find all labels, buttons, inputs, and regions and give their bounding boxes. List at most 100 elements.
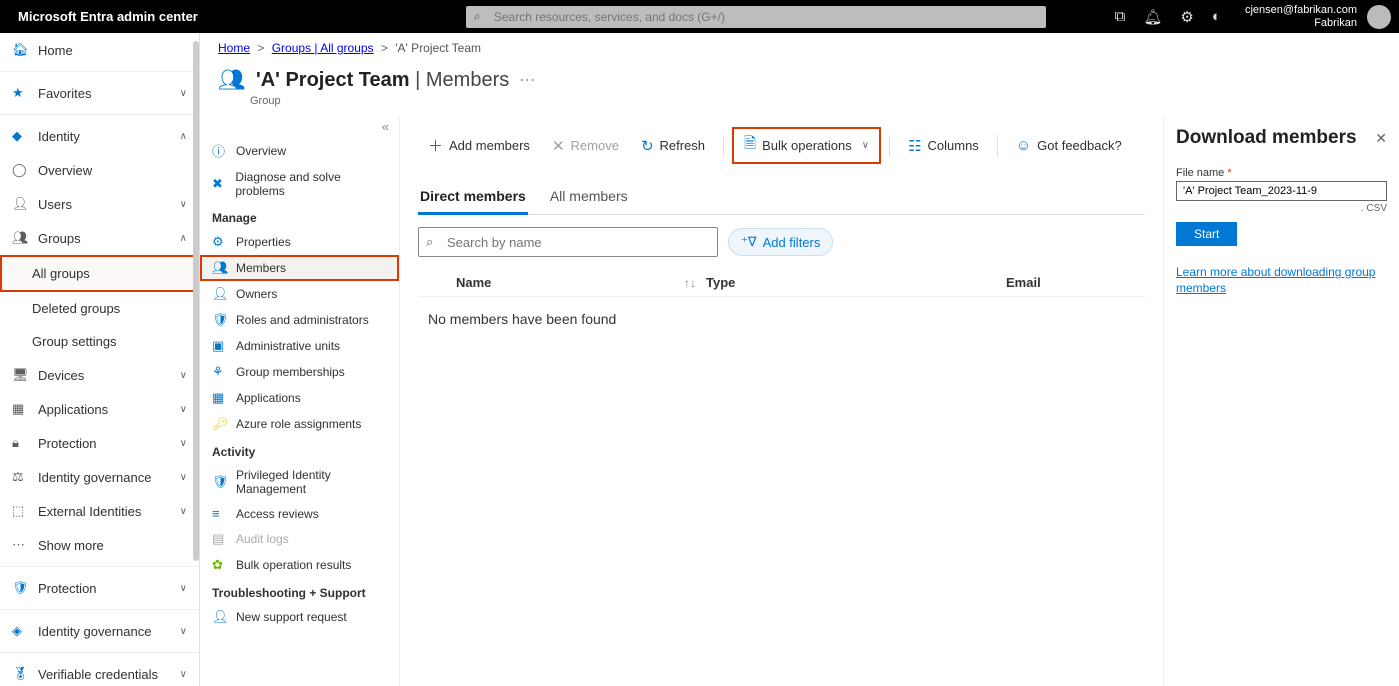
file-name-input[interactable] xyxy=(1176,181,1387,201)
collapse-subnav-button[interactable]: « xyxy=(200,117,399,136)
breadcrumb-groups[interactable]: Groups | All groups xyxy=(272,41,374,55)
subnav-manage-head: Manage xyxy=(200,203,399,229)
separator xyxy=(889,135,890,157)
refresh-button[interactable]: ↻Refresh xyxy=(631,131,715,161)
start-button[interactable]: Start xyxy=(1176,222,1237,246)
subnav-members[interactable]: 👥︎Members xyxy=(200,255,399,281)
subnav-group-memberships[interactable]: ⚘Group memberships xyxy=(200,359,399,385)
subnav-diagnose[interactable]: ✖Diagnose and solve problems xyxy=(200,165,399,203)
separator xyxy=(997,135,998,157)
subnav-access-reviews[interactable]: ≡Access reviews xyxy=(200,501,399,526)
more-menu-icon[interactable]: ⋯ xyxy=(519,70,535,90)
subnav-audit-logs[interactable]: ▤Audit logs xyxy=(200,526,399,552)
notifications-icon[interactable]: 🔔︎ xyxy=(1143,8,1162,26)
chevron-down-icon: ∨ xyxy=(180,199,187,210)
scrollbar[interactable] xyxy=(193,41,199,561)
nav-all-groups[interactable]: All groups xyxy=(0,255,199,292)
nav-groups[interactable]: 👥︎ Groups ∧ xyxy=(0,221,199,255)
member-search-input[interactable] xyxy=(418,227,718,257)
nav-deleted-groups[interactable]: Deleted groups xyxy=(0,292,199,325)
account-block[interactable]: cjensen@fabrikan.com Fabrikan xyxy=(1235,4,1367,30)
close-panel-button[interactable]: ✕ xyxy=(1375,130,1387,147)
columns-button[interactable]: ☷Columns xyxy=(898,131,989,161)
overview-icon: ◯ xyxy=(12,162,28,178)
nav-external-identities[interactable]: ⬚ External Identities ∨ xyxy=(0,494,199,528)
subnav-roles[interactable]: 🛡︎Roles and administrators xyxy=(200,307,399,333)
subnav-new-support[interactable]: 👤︎New support request xyxy=(200,604,399,630)
sort-icon[interactable]: ↑↓ xyxy=(684,276,696,290)
external-icon: ⬚ xyxy=(12,503,28,519)
subnav-azure-role[interactable]: 🔑︎Azure role assignments xyxy=(200,411,399,437)
subnav-admin-units[interactable]: ▣Administrative units xyxy=(200,333,399,359)
page-subtitle: Group xyxy=(200,95,1399,117)
nav-users[interactable]: 👤︎ Users ∨ xyxy=(0,187,199,221)
nav-label: Protection xyxy=(38,581,97,596)
separator xyxy=(723,135,724,157)
subnav-label: Administrative units xyxy=(236,339,340,353)
subnav-label: Roles and administrators xyxy=(236,313,369,327)
add-filters-button[interactable]: ⁺∇ Add filters xyxy=(728,228,833,256)
add-members-button[interactable]: ＋Add members xyxy=(418,129,540,162)
global-search-input[interactable] xyxy=(466,6,1046,28)
search-icon: ⌕ xyxy=(426,234,433,250)
resource-nav: « ⓘOverview ✖Diagnose and solve problems… xyxy=(200,117,400,686)
nav-identity-governance[interactable]: ⚖ Identity governance ∨ xyxy=(0,460,199,494)
pim-icon: 🛡︎ xyxy=(212,474,228,490)
help-icon[interactable]: ◐ xyxy=(1212,8,1221,25)
subnav-trouble-head: Troubleshooting + Support xyxy=(200,578,399,604)
col-type-header[interactable]: Type xyxy=(706,275,1006,290)
btn-label: Refresh xyxy=(660,138,706,153)
search-icon: ⌕ xyxy=(474,9,481,24)
btn-label: Bulk operations xyxy=(762,138,852,153)
nav-applications[interactable]: ▦ Applications ∨ xyxy=(0,392,199,426)
page-title: 'A' Project Team | Members xyxy=(256,69,509,92)
chevron-down-icon: ∨ xyxy=(180,438,187,449)
col-email-header[interactable]: Email xyxy=(1006,275,1137,290)
avatar[interactable] xyxy=(1367,5,1391,29)
nav-protection2[interactable]: 🛡︎ Protection ∨ xyxy=(0,571,199,605)
learn-more-link[interactable]: Learn more about downloading group membe… xyxy=(1176,264,1387,296)
users-icon: 👤︎ xyxy=(12,196,28,212)
tab-direct-members[interactable]: Direct members xyxy=(418,182,528,215)
settings-icon[interactable]: ⚙ xyxy=(1180,8,1193,26)
nav-home[interactable]: 🏠︎ Home xyxy=(0,33,199,67)
chevron-up-icon: ∧ xyxy=(180,131,187,142)
subnav-overview[interactable]: ⓘOverview xyxy=(200,136,399,165)
nav-favorites[interactable]: ★ Favorites ∨ xyxy=(0,76,199,110)
remove-button[interactable]: ✕Remove xyxy=(542,131,629,161)
subnav-pim[interactable]: 🛡︎Privileged Identity Management xyxy=(200,463,399,501)
subnav-label: Properties xyxy=(236,235,291,249)
cloudshell-icon[interactable]: ⧉ xyxy=(1115,8,1126,25)
subnav-applications[interactable]: ▦Applications xyxy=(200,385,399,411)
nav-show-more[interactable]: ⋯ Show more xyxy=(0,528,199,562)
groups-icon: 👥︎ xyxy=(12,230,28,246)
governance2-icon: ◈ xyxy=(12,623,28,639)
nav-label: Applications xyxy=(38,402,108,417)
nav-overview[interactable]: ◯ Overview xyxy=(0,153,199,187)
nav-devices[interactable]: 🖥︎ Devices ∨ xyxy=(0,358,199,392)
bulk-operations-button[interactable]: 🗎Bulk operations∨ xyxy=(732,127,881,164)
subnav-owners[interactable]: 👤︎Owners xyxy=(200,281,399,307)
download-panel: Download members ✕ File name * . CSV Sta… xyxy=(1163,117,1399,686)
subnav-properties[interactable]: ⚙Properties xyxy=(200,229,399,255)
feedback-button[interactable]: ☺Got feedback? xyxy=(1006,131,1132,160)
btn-label: Add filters xyxy=(763,235,821,250)
tab-all-members[interactable]: All members xyxy=(548,182,630,214)
nav-label: Show more xyxy=(38,538,104,553)
lock-icon: 🔒︎ xyxy=(12,435,28,451)
nav-identity[interactable]: ◆ Identity ∧ xyxy=(0,119,199,153)
nav-protection[interactable]: 🔒︎ Protection ∨ xyxy=(0,426,199,460)
col-name-header[interactable]: Name xyxy=(456,275,491,290)
nav-verifiable-credentials[interactable]: 🏅︎ Verifiable credentials ∨ xyxy=(0,657,199,686)
plus-icon: ＋ xyxy=(428,135,443,156)
nav-label: Identity xyxy=(38,129,80,144)
nav-identity-governance2[interactable]: ◈ Identity governance ∨ xyxy=(0,614,199,648)
governance-icon: ⚖ xyxy=(12,469,28,485)
subnav-bulk-results[interactable]: ✿Bulk operation results xyxy=(200,552,399,578)
apps-icon: ▦ xyxy=(212,390,228,406)
support-icon: 👤︎ xyxy=(212,609,228,625)
shield-icon: 🛡︎ xyxy=(12,580,28,596)
breadcrumb-home[interactable]: Home xyxy=(218,41,250,55)
page-title-secondary: | Members xyxy=(410,69,510,91)
nav-group-settings[interactable]: Group settings xyxy=(0,325,199,358)
